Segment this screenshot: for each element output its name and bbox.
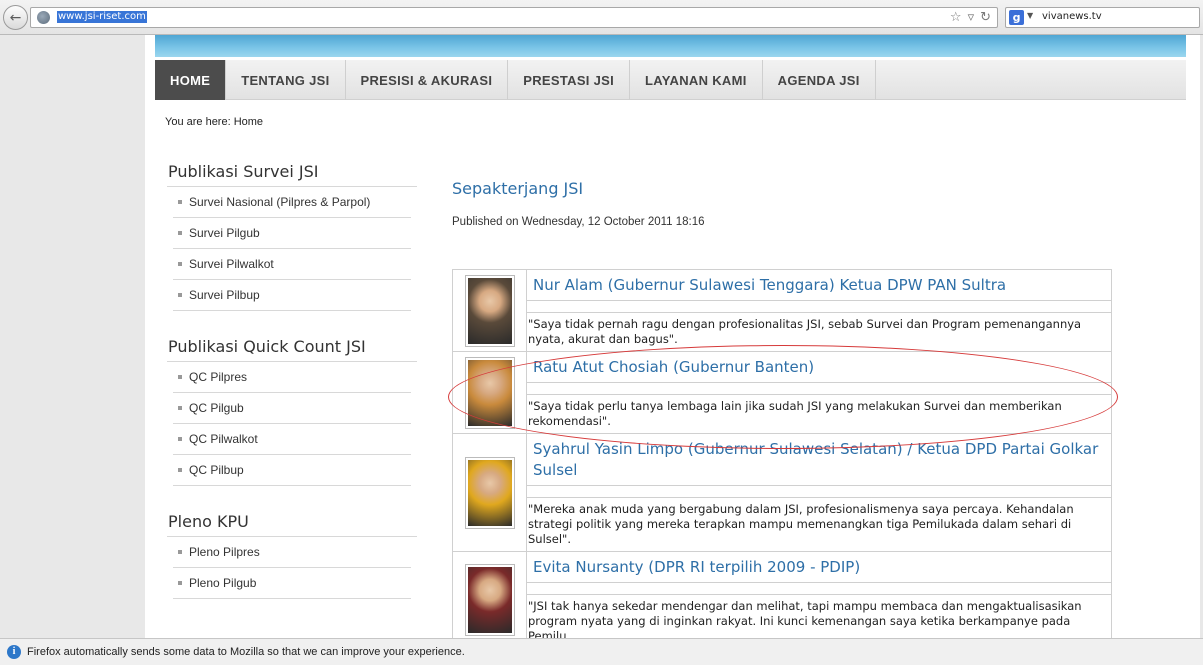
search-input[interactable]: vivanews.tv xyxy=(1042,11,1102,22)
quote-author[interactable]: Syahrul Yasin Limpo (Gubernur Sulawesi S… xyxy=(527,434,1111,486)
search-bar[interactable]: g ▼ vivanews.tv xyxy=(1005,7,1200,28)
sidebar-link-label[interactable]: Pleno Pilgub xyxy=(189,576,256,590)
published-date: Published on Wednesday, 12 October 2011 … xyxy=(452,216,705,228)
portrait-photo xyxy=(464,564,515,636)
photo-cell xyxy=(453,352,527,433)
bullet-icon xyxy=(178,375,182,379)
sidebar-section: Publikasi Survei JSI Survei Nasional (Pil… xyxy=(167,155,417,311)
quote-content: Evita Nursanty (DPR RI terpilih 2009 - P… xyxy=(527,552,1111,648)
quote-row: Evita Nursanty (DPR RI terpilih 2009 - P… xyxy=(453,552,1111,649)
portrait-photo xyxy=(464,274,515,347)
portrait-photo xyxy=(464,456,515,529)
sidebar-link-label[interactable]: QC Pilgub xyxy=(189,401,244,415)
bullet-icon xyxy=(178,200,182,204)
nav-item-home[interactable]: HOME xyxy=(155,60,227,100)
quote-row: Ratu Atut Chosiah (Gubernur Banten) "Saya… xyxy=(453,352,1111,434)
url-text[interactable]: www.jsi-riset.com xyxy=(57,11,147,23)
sidebar-link-label[interactable]: QC Pilbup xyxy=(189,463,244,477)
portrait-image xyxy=(467,567,512,633)
photo-cell xyxy=(453,552,527,648)
back-arrow-icon[interactable]: ← xyxy=(3,5,28,30)
row-divider xyxy=(527,486,1111,498)
quote-content: Ratu Atut Chosiah (Gubernur Banten) "Saya… xyxy=(527,352,1111,433)
portrait-image xyxy=(467,359,512,426)
quote-author[interactable]: Evita Nursanty (DPR RI terpilih 2009 - P… xyxy=(527,552,1111,583)
sidebar: Publikasi Survei JSI Survei Nasional (Pil… xyxy=(167,155,417,618)
sidebar-link-label[interactable]: Survei Nasional (Pilpres & Parpol) xyxy=(189,195,370,209)
quote-row: Syahrul Yasin Limpo (Gubernur Sulawesi S… xyxy=(453,434,1111,552)
sidebar-link[interactable]: QC Pilgub xyxy=(173,393,411,424)
bullet-icon xyxy=(178,231,182,235)
portrait-photo xyxy=(464,356,515,429)
sidebar-section-title: Publikasi Survei JSI xyxy=(167,155,417,187)
sidebar-link[interactable]: Survei Pilgub xyxy=(173,218,411,249)
nav-item-presisi-akurasi[interactable]: PRESISI & AKURASI xyxy=(346,60,509,100)
nav-item-tentang-jsi[interactable]: TENTANG JSI xyxy=(226,60,346,100)
portrait-image xyxy=(467,459,512,526)
nav-item-prestasi-jsi[interactable]: PRESTASI JSI xyxy=(508,60,631,100)
article-title[interactable]: Sepakterjang JSI xyxy=(452,179,583,198)
row-divider xyxy=(527,383,1111,395)
sidebar-link[interactable]: Survei Pilbup xyxy=(173,280,411,311)
bullet-icon xyxy=(178,437,182,441)
sidebar-link[interactable]: QC Pilwalkot xyxy=(173,424,411,455)
sidebar-list: Survei Nasional (Pilpres & Parpol) Survei… xyxy=(173,187,411,311)
quote-author[interactable]: Nur Alam (Gubernur Sulawesi Tenggara) Ke… xyxy=(527,270,1111,301)
sidebar-list: Pleno Pilpres Pleno Pilgub xyxy=(173,537,411,599)
info-icon: i xyxy=(7,645,21,659)
sidebar-link-label[interactable]: Pleno Pilpres xyxy=(189,545,260,559)
sidebar-link[interactable]: Survei Pilwalkot xyxy=(173,249,411,280)
sidebar-link[interactable]: QC Pilpres xyxy=(173,362,411,393)
quote-content: Syahrul Yasin Limpo (Gubernur Sulawesi S… xyxy=(527,434,1111,551)
dropdown-icon[interactable]: ▿ xyxy=(968,10,975,25)
bullet-icon xyxy=(178,406,182,410)
notification-bar: i Firefox automatically sends some data … xyxy=(0,638,1203,665)
quote-content: Nur Alam (Gubernur Sulawesi Tenggara) Ke… xyxy=(527,270,1111,351)
sidebar-section-title: Pleno KPU xyxy=(167,505,417,537)
sidebar-link-label[interactable]: Survei Pilgub xyxy=(189,226,260,240)
photo-cell xyxy=(453,270,527,351)
quote-author[interactable]: Ratu Atut Chosiah (Gubernur Banten) xyxy=(527,352,1111,383)
quote-text: "Saya tidak perlu tanya lembaga lain jik… xyxy=(528,399,1062,428)
sidebar-link-label[interactable]: QC Pilpres xyxy=(189,370,247,384)
bullet-icon xyxy=(178,262,182,266)
sidebar-link-label[interactable]: QC Pilwalkot xyxy=(189,432,258,446)
sidebar-section: Pleno KPU Pleno Pilpres Pleno Pilgub xyxy=(167,505,417,599)
sidebar-link[interactable]: Pleno Pilgub xyxy=(173,568,411,599)
site-banner xyxy=(155,35,1186,57)
browser-toolbar: ← www.jsi-riset.com ☆ ▿ ↻ g ▼ vivanews.t… xyxy=(0,0,1203,35)
quote-text: "Saya tidak pernah ragu dengan profesion… xyxy=(528,317,1082,346)
nav-item-layanan-kami[interactable]: LAYANAN KAMI xyxy=(630,60,763,100)
sidebar-link[interactable]: Survei Nasional (Pilpres & Parpol) xyxy=(173,187,411,218)
breadcrumb: You are here: Home xyxy=(165,116,264,128)
engine-dropdown-icon[interactable]: ▼ xyxy=(1027,11,1033,20)
row-divider xyxy=(527,301,1111,313)
quote-text: "Mereka anak muda yang bergabung dalam J… xyxy=(528,502,1074,546)
notification-text: Firefox automatically sends some data to… xyxy=(27,646,465,658)
sidebar-link[interactable]: QC Pilbup xyxy=(173,455,411,486)
nav-item-agenda-jsi[interactable]: AGENDA JSI xyxy=(763,60,876,100)
quotes-table: Nur Alam (Gubernur Sulawesi Tenggara) Ke… xyxy=(452,269,1112,649)
portrait-image xyxy=(467,277,512,344)
row-divider xyxy=(527,583,1111,595)
main-nav: HOME TENTANG JSI PRESISI & AKURASI PRESTASI… xyxy=(155,60,1186,100)
bullet-icon xyxy=(178,468,182,472)
photo-cell xyxy=(453,434,527,551)
sidebar-section: Publikasi Quick Count JSI QC Pilpres QC Pi… xyxy=(167,330,417,486)
sidebar-list: QC Pilpres QC Pilgub QC Pilwalkot QC Pilbup xyxy=(173,362,411,486)
globe-icon xyxy=(37,11,50,24)
star-icon[interactable]: ☆ xyxy=(950,10,962,25)
google-icon[interactable]: g xyxy=(1009,10,1024,25)
quote-row: Nur Alam (Gubernur Sulawesi Tenggara) Ke… xyxy=(453,270,1111,352)
sidebar-link[interactable]: Pleno Pilpres xyxy=(173,537,411,568)
bullet-icon xyxy=(178,550,182,554)
sidebar-link-label[interactable]: Survei Pilbup xyxy=(189,288,260,302)
sidebar-section-title: Publikasi Quick Count JSI xyxy=(167,330,417,362)
url-bar[interactable]: www.jsi-riset.com ☆ ▿ ↻ xyxy=(30,7,998,28)
reload-icon[interactable]: ↻ xyxy=(980,10,991,25)
sidebar-link-label[interactable]: Survei Pilwalkot xyxy=(189,257,274,271)
bullet-icon xyxy=(178,293,182,297)
bullet-icon xyxy=(178,581,182,585)
web-page: HOME TENTANG JSI PRESISI & AKURASI PRESTASI… xyxy=(145,35,1200,649)
